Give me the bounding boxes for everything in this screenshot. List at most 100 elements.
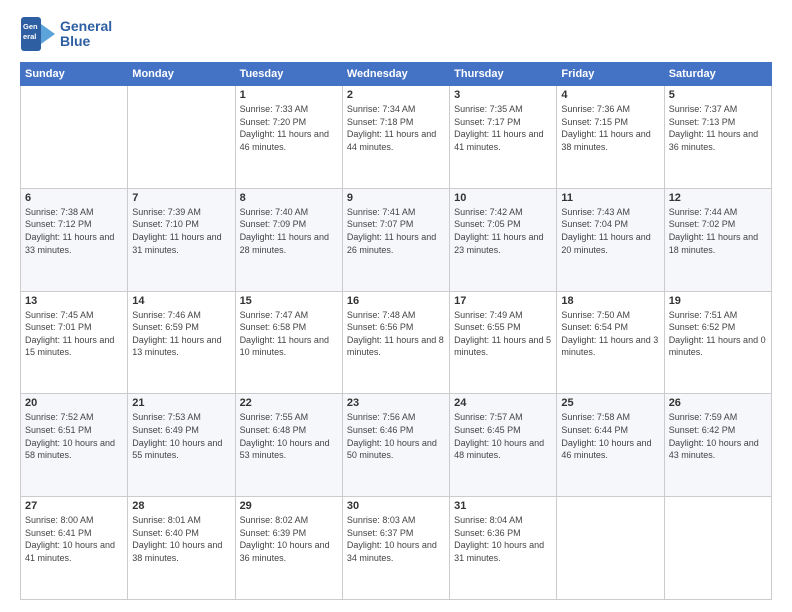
calendar-cell: 7 Sunrise: 7:39 AM Sunset: 7:10 PM Daylig… [128, 188, 235, 291]
day-number: 24 [454, 397, 552, 409]
calendar-cell [557, 497, 664, 600]
day-of-week-header: Monday [128, 63, 235, 86]
calendar-cell: 23 Sunrise: 7:56 AM Sunset: 6:46 PM Dayli… [342, 394, 449, 497]
calendar-cell: 10 Sunrise: 7:42 AM Sunset: 7:05 PM Dayli… [450, 188, 557, 291]
calendar-cell: 13 Sunrise: 7:45 AM Sunset: 7:01 PM Dayli… [21, 291, 128, 394]
day-number: 11 [561, 192, 659, 204]
day-number: 31 [454, 500, 552, 512]
day-info: Sunrise: 7:48 AM Sunset: 6:56 PM Dayligh… [347, 309, 445, 359]
day-info: Sunrise: 7:53 AM Sunset: 6:49 PM Dayligh… [132, 411, 230, 461]
calendar-cell [664, 497, 771, 600]
logo-blue: Blue [60, 34, 112, 49]
calendar-cell: 1 Sunrise: 7:33 AM Sunset: 7:20 PM Daylig… [235, 86, 342, 189]
day-number: 25 [561, 397, 659, 409]
calendar-week-row: 1 Sunrise: 7:33 AM Sunset: 7:20 PM Daylig… [21, 86, 772, 189]
day-number: 7 [132, 192, 230, 204]
logo-general: General [60, 19, 112, 34]
day-number: 8 [240, 192, 338, 204]
day-info: Sunrise: 7:47 AM Sunset: 6:58 PM Dayligh… [240, 309, 338, 359]
svg-text:eral: eral [23, 32, 36, 41]
calendar-cell: 30Sunrise: 8:03 AM Sunset: 6:37 PM Dayli… [342, 497, 449, 600]
calendar-week-row: 6 Sunrise: 7:38 AM Sunset: 7:12 PM Daylig… [21, 188, 772, 291]
calendar-cell: 31Sunrise: 8:04 AM Sunset: 6:36 PM Dayli… [450, 497, 557, 600]
day-info: Sunrise: 8:01 AM Sunset: 6:40 PM Dayligh… [132, 514, 230, 564]
calendar-table: SundayMondayTuesdayWednesdayThursdayFrid… [20, 62, 772, 600]
calendar-cell: 28 Sunrise: 8:01 AM Sunset: 6:40 PM Dayli… [128, 497, 235, 600]
day-info: Sunrise: 7:45 AM Sunset: 7:01 PM Dayligh… [25, 309, 123, 359]
day-number: 28 [132, 500, 230, 512]
calendar-cell: 15 Sunrise: 7:47 AM Sunset: 6:58 PM Dayli… [235, 291, 342, 394]
day-info: Sunrise: 7:39 AM Sunset: 7:10 PM Dayligh… [132, 206, 230, 256]
day-info: Sunrise: 7:43 AM Sunset: 7:04 PM Dayligh… [561, 206, 659, 256]
day-info: Sunrise: 7:50 AM Sunset: 6:54 PM Dayligh… [561, 309, 659, 359]
calendar-cell: 11 Sunrise: 7:43 AM Sunset: 7:04 PM Dayli… [557, 188, 664, 291]
calendar-cell: 26 Sunrise: 7:59 AM Sunset: 6:42 PM Dayli… [664, 394, 771, 497]
day-info: Sunrise: 7:51 AM Sunset: 6:52 PM Dayligh… [669, 309, 767, 359]
day-number: 4 [561, 89, 659, 101]
day-number: 1 [240, 89, 338, 101]
header: Gen eral General Blue [20, 16, 772, 52]
calendar-cell: 18 Sunrise: 7:50 AM Sunset: 6:54 PM Dayli… [557, 291, 664, 394]
day-number: 6 [25, 192, 123, 204]
day-info: Sunrise: 8:03 AM Sunset: 6:37 PM Dayligh… [347, 514, 445, 564]
day-info: Sunrise: 7:55 AM Sunset: 6:48 PM Dayligh… [240, 411, 338, 461]
calendar-cell: 27 Sunrise: 8:00 AM Sunset: 6:41 PM Dayli… [21, 497, 128, 600]
day-of-week-header: Saturday [664, 63, 771, 86]
logo: Gen eral General Blue [20, 16, 112, 52]
calendar-cell: 24 Sunrise: 7:57 AM Sunset: 6:45 PM Dayli… [450, 394, 557, 497]
day-number: 10 [454, 192, 552, 204]
day-info: Sunrise: 7:34 AM Sunset: 7:18 PM Dayligh… [347, 103, 445, 153]
day-of-week-header: Friday [557, 63, 664, 86]
calendar-cell: 5Sunrise: 7:37 AM Sunset: 7:13 PM Daylig… [664, 86, 771, 189]
day-info: Sunrise: 7:59 AM Sunset: 6:42 PM Dayligh… [669, 411, 767, 461]
day-number: 21 [132, 397, 230, 409]
day-number: 22 [240, 397, 338, 409]
day-of-week-header: Wednesday [342, 63, 449, 86]
calendar-cell: 29 Sunrise: 8:02 AM Sunset: 6:39 PM Dayli… [235, 497, 342, 600]
day-number: 23 [347, 397, 445, 409]
page: Gen eral General Blue SundayMondayTuesda… [0, 0, 792, 612]
day-number: 18 [561, 295, 659, 307]
calendar-week-row: 13 Sunrise: 7:45 AM Sunset: 7:01 PM Dayli… [21, 291, 772, 394]
day-info: Sunrise: 7:40 AM Sunset: 7:09 PM Dayligh… [240, 206, 338, 256]
day-number: 27 [25, 500, 123, 512]
calendar-cell: 17 Sunrise: 7:49 AM Sunset: 6:55 PM Dayli… [450, 291, 557, 394]
day-of-week-header: Tuesday [235, 63, 342, 86]
calendar-cell: 22 Sunrise: 7:55 AM Sunset: 6:48 PM Dayli… [235, 394, 342, 497]
calendar-cell: 12 Sunrise: 7:44 AM Sunset: 7:02 PM Dayli… [664, 188, 771, 291]
day-number: 29 [240, 500, 338, 512]
day-info: Sunrise: 7:56 AM Sunset: 6:46 PM Dayligh… [347, 411, 445, 461]
day-number: 16 [347, 295, 445, 307]
day-info: Sunrise: 7:57 AM Sunset: 6:45 PM Dayligh… [454, 411, 552, 461]
day-number: 2 [347, 89, 445, 101]
calendar-header-row: SundayMondayTuesdayWednesdayThursdayFrid… [21, 63, 772, 86]
day-info: Sunrise: 7:33 AM Sunset: 7:20 PM Dayligh… [240, 103, 338, 153]
day-info: Sunrise: 8:02 AM Sunset: 6:39 PM Dayligh… [240, 514, 338, 564]
calendar-cell: 16 Sunrise: 7:48 AM Sunset: 6:56 PM Dayli… [342, 291, 449, 394]
day-number: 14 [132, 295, 230, 307]
day-of-week-header: Sunday [21, 63, 128, 86]
day-info: Sunrise: 7:46 AM Sunset: 6:59 PM Dayligh… [132, 309, 230, 359]
day-number: 26 [669, 397, 767, 409]
calendar-cell: 9 Sunrise: 7:41 AM Sunset: 7:07 PM Daylig… [342, 188, 449, 291]
day-info: Sunrise: 8:00 AM Sunset: 6:41 PM Dayligh… [25, 514, 123, 564]
day-info: Sunrise: 7:49 AM Sunset: 6:55 PM Dayligh… [454, 309, 552, 359]
day-info: Sunrise: 7:41 AM Sunset: 7:07 PM Dayligh… [347, 206, 445, 256]
day-info: Sunrise: 7:42 AM Sunset: 7:05 PM Dayligh… [454, 206, 552, 256]
calendar-cell: 14 Sunrise: 7:46 AM Sunset: 6:59 PM Dayli… [128, 291, 235, 394]
day-number: 17 [454, 295, 552, 307]
day-info: Sunrise: 7:35 AM Sunset: 7:17 PM Dayligh… [454, 103, 552, 153]
calendar-cell: 25Sunrise: 7:58 AM Sunset: 6:44 PM Dayli… [557, 394, 664, 497]
day-info: Sunrise: 7:36 AM Sunset: 7:15 PM Dayligh… [561, 103, 659, 153]
day-number: 15 [240, 295, 338, 307]
day-number: 9 [347, 192, 445, 204]
day-info: Sunrise: 7:37 AM Sunset: 7:13 PM Dayligh… [669, 103, 767, 153]
day-info: Sunrise: 7:38 AM Sunset: 7:12 PM Dayligh… [25, 206, 123, 256]
day-info: Sunrise: 7:52 AM Sunset: 6:51 PM Dayligh… [25, 411, 123, 461]
day-number: 12 [669, 192, 767, 204]
logo-svg: Gen eral [20, 16, 56, 52]
calendar-cell: 20Sunrise: 7:52 AM Sunset: 6:51 PM Dayli… [21, 394, 128, 497]
day-info: Sunrise: 7:44 AM Sunset: 7:02 PM Dayligh… [669, 206, 767, 256]
svg-text:Gen: Gen [23, 22, 38, 31]
day-number: 13 [25, 295, 123, 307]
